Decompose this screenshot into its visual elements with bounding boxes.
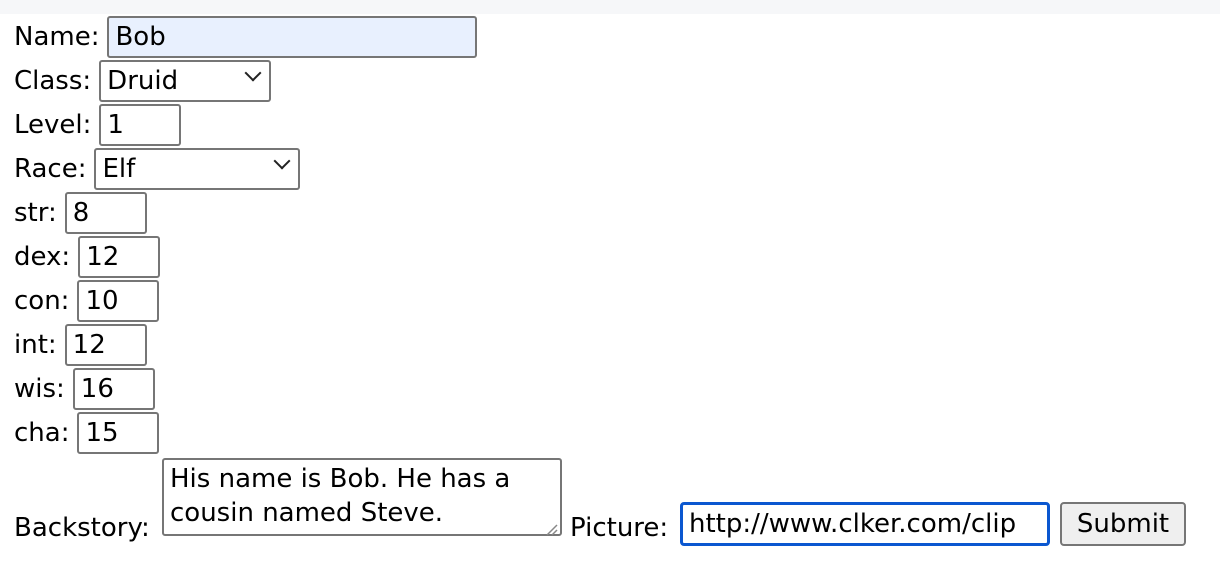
class-select-wrapper: Druid — [99, 59, 272, 103]
stat-input-cha[interactable] — [77, 412, 160, 454]
stat-input-str[interactable] — [64, 192, 147, 234]
picture-url-input[interactable] — [680, 502, 1050, 546]
submit-button[interactable]: Submit — [1060, 502, 1186, 546]
backstory-textarea[interactable]: His name is Bob. He has a cousin named S… — [162, 458, 562, 536]
stat-input-con[interactable] — [77, 280, 160, 322]
race-label: Race: — [14, 154, 87, 184]
picture-label: Picture: — [570, 513, 669, 543]
backstory-picture-row: Backstory: His name is Bob. He has a cou… — [14, 456, 1214, 548]
character-form: Name: Class: Druid Level: Race: Elf str:… — [14, 15, 1214, 546]
level-input[interactable] — [99, 104, 182, 146]
stat-input-int[interactable] — [64, 324, 147, 366]
stat-label-cha: cha: — [14, 418, 70, 448]
level-row: Level: — [14, 103, 1214, 147]
class-select[interactable]: Druid — [99, 60, 272, 102]
stat-row-cha: cha: — [14, 411, 1214, 455]
name-row: Name: — [14, 15, 1214, 59]
name-label: Name: — [14, 22, 100, 52]
stat-label-dex: dex: — [14, 242, 71, 272]
stat-row-int: int: — [14, 323, 1214, 367]
race-row: Race: Elf — [14, 147, 1214, 191]
top-bar — [0, 0, 1220, 14]
class-row: Class: Druid — [14, 59, 1214, 103]
stat-row-con: con: — [14, 279, 1214, 323]
class-label: Class: — [14, 66, 92, 96]
stat-label-wis: wis: — [14, 374, 65, 404]
backstory-label: Backstory: — [14, 513, 150, 543]
stat-row-wis: wis: — [14, 367, 1214, 411]
stat-label-int: int: — [14, 330, 57, 360]
stat-input-dex[interactable] — [78, 236, 161, 278]
name-input[interactable] — [107, 16, 478, 58]
stat-label-str: str: — [14, 198, 57, 228]
stat-label-con: con: — [14, 286, 70, 316]
race-select[interactable]: Elf — [94, 148, 301, 190]
race-select-wrapper: Elf — [94, 147, 301, 191]
stat-input-wis[interactable] — [72, 368, 155, 410]
stat-row-dex: dex: — [14, 235, 1214, 279]
stat-row-str: str: — [14, 191, 1214, 235]
level-label: Level: — [14, 110, 92, 140]
